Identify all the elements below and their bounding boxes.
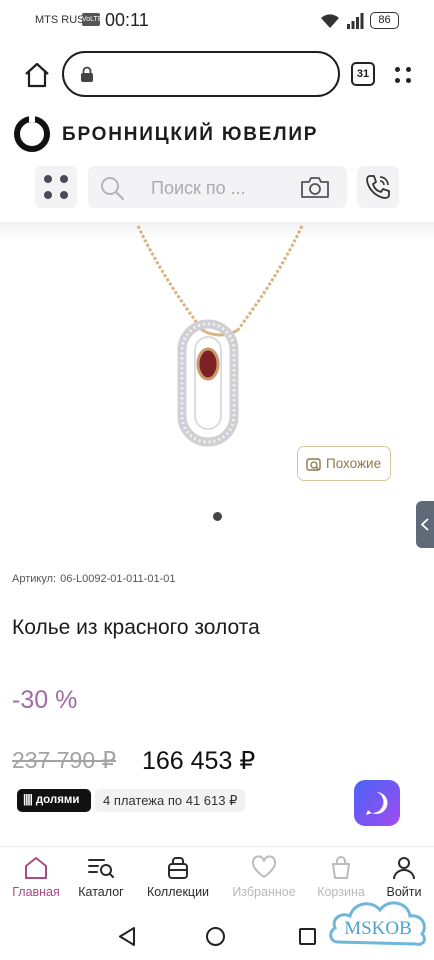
nav-collections[interactable]: Коллекции <box>139 855 217 909</box>
search-placeholder: Поиск по ... <box>151 178 246 198</box>
product-image[interactable] <box>120 222 320 452</box>
url-bar[interactable] <box>62 51 340 97</box>
collections-icon <box>168 857 188 879</box>
nav-label: Каталог <box>78 885 124 899</box>
recent-apps-icon[interactable] <box>299 928 316 945</box>
carrier-label: MTS RUS <box>35 14 85 26</box>
product-gallery[interactable] <box>0 222 434 548</box>
home-icon <box>25 857 47 879</box>
nav-label: Коллекции <box>146 885 210 899</box>
nav-favorites[interactable]: Избранное <box>225 855 303 909</box>
similar-button[interactable]: Похожие <box>297 446 391 481</box>
nav-catalog[interactable]: Каталог <box>62 855 140 909</box>
brand-logo[interactable] <box>12 114 52 154</box>
status-bar: MTS RUS VoLTE 00:11 86 <box>0 0 434 42</box>
back-icon[interactable] <box>118 927 136 946</box>
home-icon[interactable] <box>22 60 52 90</box>
home-circle-icon[interactable] <box>206 927 225 946</box>
phone-icon <box>366 175 390 199</box>
product-title: Колье из красного золота <box>12 616 260 639</box>
mskob-watermark-logo: MSKOB <box>329 901 426 946</box>
side-panel-toggle[interactable] <box>416 501 434 548</box>
current-price: 166 453 ₽ <box>142 747 256 775</box>
chat-assistant-icon <box>366 792 388 815</box>
more-vertical-icon[interactable] <box>393 65 413 85</box>
brand-name[interactable]: БРОННИЦКИЙ ЮВЕЛИР <box>62 124 318 146</box>
dolyami-label: долями <box>35 794 80 806</box>
search-row: Поиск по ... <box>0 162 434 220</box>
signal-icon <box>347 13 364 29</box>
wifi-icon <box>321 14 339 28</box>
browser-toolbar: 31 <box>0 46 434 104</box>
call-button[interactable] <box>357 166 399 208</box>
chevron-left-icon <box>421 518 429 531</box>
tabs-button[interactable]: 31 <box>351 62 375 86</box>
search-input[interactable]: Поиск по ... <box>88 166 347 208</box>
catalog-menu-button[interactable] <box>35 166 77 208</box>
lock-icon <box>81 66 93 82</box>
sku-value: 06-L0092-01-011-01-01 <box>60 573 176 585</box>
nav-label: Избранное <box>232 885 296 899</box>
volte-badge: VoLTE <box>82 13 103 26</box>
image-search-icon <box>306 458 321 471</box>
discount-badge: -30 % <box>12 686 78 714</box>
camera-icon[interactable] <box>300 175 330 199</box>
dolyami-icon: |||| <box>23 794 33 806</box>
clock: 00:11 <box>105 10 149 30</box>
similar-label: Похожие <box>326 456 382 471</box>
battery-indicator: 86 <box>370 12 399 29</box>
sku-label: Артикул: <box>12 573 57 585</box>
catalog-search-icon <box>88 859 114 878</box>
user-icon <box>393 857 415 880</box>
sku-line: Артикул: 06-L0092-01-011-01-01 <box>12 573 175 585</box>
gallery-pagination-dot[interactable] <box>213 512 222 521</box>
old-price: 237 790 ₽ <box>12 747 117 773</box>
partial-row-cut-off <box>12 838 272 846</box>
search-icon <box>101 177 125 201</box>
dolyami-badge[interactable]: |||| долями <box>17 789 91 812</box>
watermark-text: MSKOB <box>344 918 412 939</box>
installment-info[interactable]: 4 платежа по 41 613 ₽ <box>95 789 246 812</box>
chat-assistant-button[interactable] <box>354 780 400 826</box>
heart-icon <box>251 855 277 878</box>
cart-icon <box>332 856 350 879</box>
